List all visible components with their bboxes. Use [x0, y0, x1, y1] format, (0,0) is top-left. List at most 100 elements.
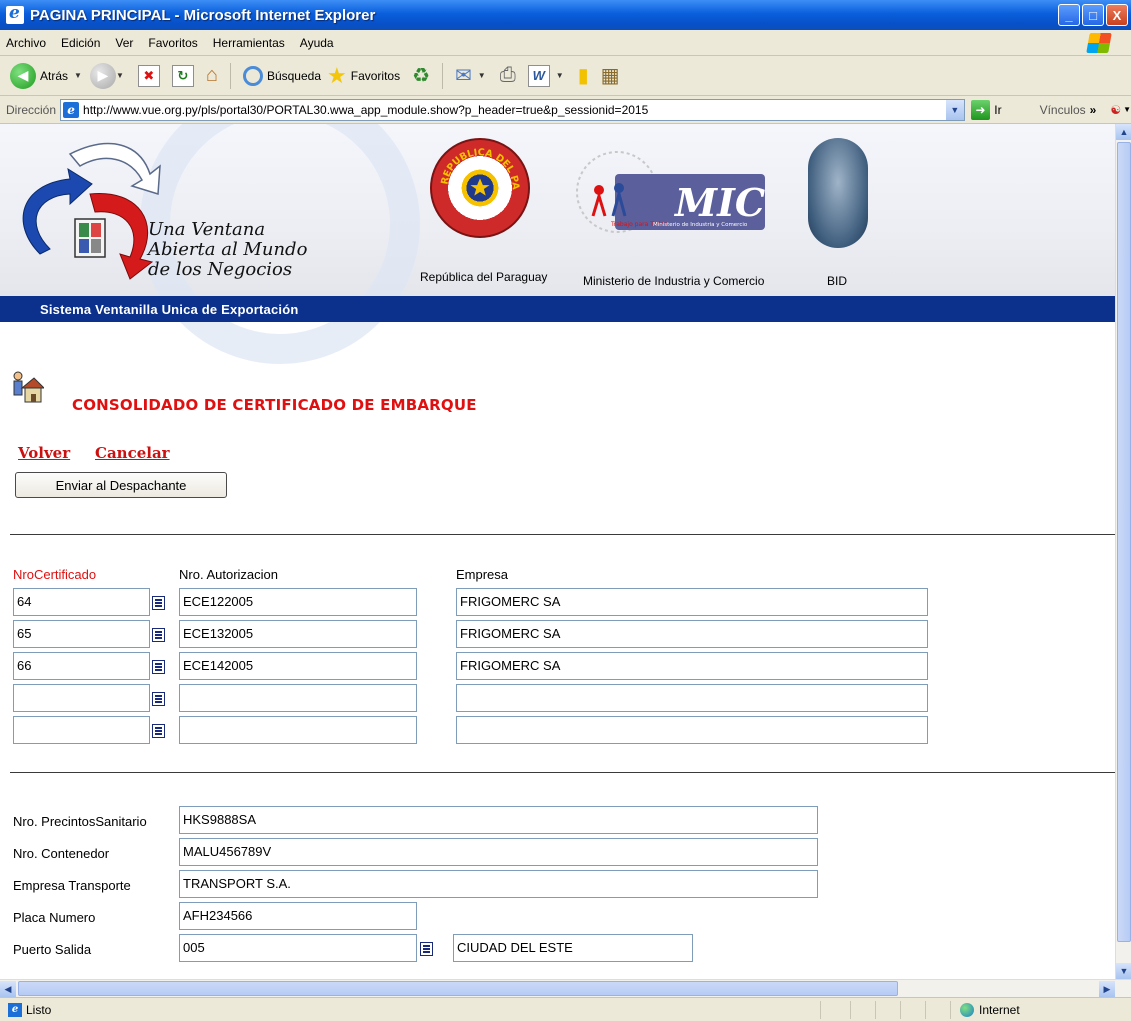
empresa-input[interactable]: FRIGOMERC SA [456, 620, 928, 648]
menu-edicion[interactable]: Edición [61, 36, 100, 50]
nro-autorizacion-input[interactable]: ECE132005 [179, 620, 417, 648]
header-empresa: Empresa [456, 567, 509, 582]
list-of-values-icon[interactable] [152, 660, 165, 674]
page-status-icon: e [8, 1002, 22, 1017]
empresa-transporte-label: Empresa Transporte [13, 878, 131, 893]
scroll-left-icon[interactable]: ◀ [0, 981, 16, 997]
close-button[interactable]: X [1106, 4, 1128, 26]
menu-bar: Archivo Edición Ver Favoritos Herramient… [0, 30, 1131, 56]
research-icon[interactable]: ▦ [601, 63, 620, 88]
header-nro-autorizacion: Nro. Autorizacion [179, 567, 278, 582]
placa-numero-label: Placa Numero [13, 910, 96, 925]
back-button-label[interactable]: Atrás [40, 69, 68, 83]
list-of-values-icon[interactable] [420, 942, 433, 956]
empresa-transporte-input[interactable]: TRANSPORT S.A. [179, 870, 818, 898]
placa-numero-input[interactable]: AFH234566 [179, 902, 417, 930]
address-input[interactable]: e http://www.vue.org.py/pls/portal30/POR… [60, 98, 965, 121]
links-chevron-icon[interactable]: » [1090, 103, 1097, 117]
menu-ver[interactable]: Ver [115, 36, 133, 50]
scroll-down-icon[interactable]: ▼ [1116, 963, 1131, 979]
favorites-button-label[interactable]: Favoritos [351, 69, 400, 83]
word-edit-icon[interactable]: W [527, 64, 550, 87]
title-bar: PAGINA PRINCIPAL - Microsoft Internet Ex… [0, 0, 1131, 30]
links-button[interactable]: Vínculos [1040, 103, 1086, 117]
nro-certificado-input[interactable] [13, 684, 150, 712]
list-of-values-icon[interactable] [152, 724, 165, 738]
back-dropdown-icon[interactable]: ▼ [74, 71, 82, 80]
favorites-star-icon[interactable]: ★ [327, 64, 347, 87]
puerto-salida-name-input[interactable]: CIUDAD DEL ESTE [453, 934, 693, 962]
puerto-salida-code-input[interactable]: 005 [179, 934, 417, 962]
empresa-input[interactable] [456, 716, 928, 744]
volver-link[interactable]: Volver [18, 444, 70, 462]
forward-arrow-icon[interactable]: ▶ [89, 62, 116, 89]
window-title: PAGINA PRINCIPAL - Microsoft Internet Ex… [30, 6, 376, 24]
address-label: Dirección [6, 102, 57, 117]
address-url[interactable]: http://www.vue.org.py/pls/portal30/PORTA… [83, 103, 648, 117]
contenedor-input[interactable]: MALU456789V [179, 838, 818, 866]
messenger-dropdown-icon[interactable]: ▼ [1123, 105, 1131, 114]
globe-icon [960, 1002, 974, 1017]
minimize-button[interactable]: _ [1058, 4, 1080, 26]
home-icon[interactable]: ⌂ [206, 64, 218, 87]
bid-logo-icon [808, 138, 868, 248]
windows-logo-icon [1086, 33, 1112, 53]
nro-autorizacion-input[interactable]: ECE142005 [179, 652, 417, 680]
mic-logo-icon: MIC Trabajo para Todos Ministerio de Ind… [576, 151, 765, 233]
status-bar: e Listo Internet [0, 997, 1131, 1021]
mail-dropdown-icon[interactable]: ▼ [478, 71, 486, 80]
enviar-despachante-button[interactable]: Enviar al Despachante [15, 472, 227, 498]
list-of-values-icon[interactable] [152, 596, 165, 610]
search-button-label[interactable]: Búsqueda [267, 69, 321, 83]
nro-autorizacion-input[interactable]: ECE122005 [179, 588, 417, 616]
horizontal-scroll-thumb[interactable] [18, 981, 898, 996]
menu-ayuda[interactable]: Ayuda [300, 36, 334, 50]
svg-text:MIC: MIC [673, 180, 765, 225]
cancelar-link[interactable]: Cancelar [95, 444, 170, 462]
paraguay-label: República del Paraguay [420, 270, 548, 284]
toolbar: ◀ Atrás ▼ ▶ ▼ ✖ ↻ ⌂ Búsqueda ★ Favoritos… [0, 56, 1131, 96]
paraguay-seal-icon: REPUBLICA DEL PARAGUAY [428, 132, 530, 238]
forward-dropdown-icon[interactable]: ▼ [116, 71, 124, 80]
list-of-values-icon[interactable] [152, 692, 165, 706]
svg-text:Ministerio de Industria y Come: Ministerio de Industria y Comercio [653, 222, 748, 228]
empresa-input[interactable]: FRIGOMERC SA [456, 588, 928, 616]
menu-favoritos[interactable]: Favoritos [148, 36, 197, 50]
scroll-up-icon[interactable]: ▲ [1116, 124, 1131, 140]
nro-certificado-input[interactable]: 66 [13, 652, 150, 680]
print-icon[interactable]: ⎙ [500, 64, 516, 87]
system-name: Sistema Ventanilla Unica de Exportación [40, 301, 299, 317]
system-name-bar: Sistema Ventanilla Unica de Exportación [0, 296, 1115, 322]
history-icon[interactable]: ♻ [412, 63, 430, 88]
go-arrow-icon[interactable]: ➜ [970, 99, 991, 120]
internet-explorer-icon [6, 3, 24, 24]
edit-dropdown-icon[interactable]: ▼ [556, 71, 564, 80]
nro-certificado-input[interactable]: 64 [13, 588, 150, 616]
menu-archivo[interactable]: Archivo [6, 36, 46, 50]
address-dropdown-icon[interactable]: ▼ [945, 99, 964, 120]
messenger-icon[interactable]: ☯ [1110, 103, 1121, 117]
nro-certificado-input[interactable] [13, 716, 150, 744]
window-controls: _ □ X [1058, 4, 1128, 26]
folder-icon[interactable]: ▮ [578, 63, 589, 88]
nro-autorizacion-input[interactable] [179, 716, 417, 744]
horizontal-scrollbar[interactable]: ◀ ▶ [0, 979, 1131, 997]
precintos-sanitario-input[interactable]: HKS9888SA [179, 806, 818, 834]
empresa-input[interactable]: FRIGOMERC SA [456, 652, 928, 680]
mail-icon[interactable]: ✉ [455, 63, 472, 88]
nro-autorizacion-input[interactable] [179, 684, 417, 712]
go-button[interactable]: Ir [994, 103, 1001, 117]
header-nro-certificado: NroCertificado [13, 567, 97, 582]
vertical-scroll-thumb[interactable] [1117, 142, 1131, 942]
search-icon[interactable] [242, 65, 263, 86]
menu-herramientas[interactable]: Herramientas [213, 36, 285, 50]
list-of-values-icon[interactable] [152, 628, 165, 642]
nro-certificado-input[interactable]: 65 [13, 620, 150, 648]
empresa-input[interactable] [456, 684, 928, 712]
maximize-button[interactable]: □ [1082, 4, 1104, 26]
back-arrow-icon[interactable]: ◀ [10, 62, 36, 89]
vertical-scrollbar[interactable]: ▲ ▼ [1115, 124, 1131, 979]
scroll-right-icon[interactable]: ▶ [1099, 981, 1115, 997]
refresh-icon[interactable]: ↻ [171, 64, 194, 87]
stop-icon[interactable]: ✖ [137, 64, 160, 87]
